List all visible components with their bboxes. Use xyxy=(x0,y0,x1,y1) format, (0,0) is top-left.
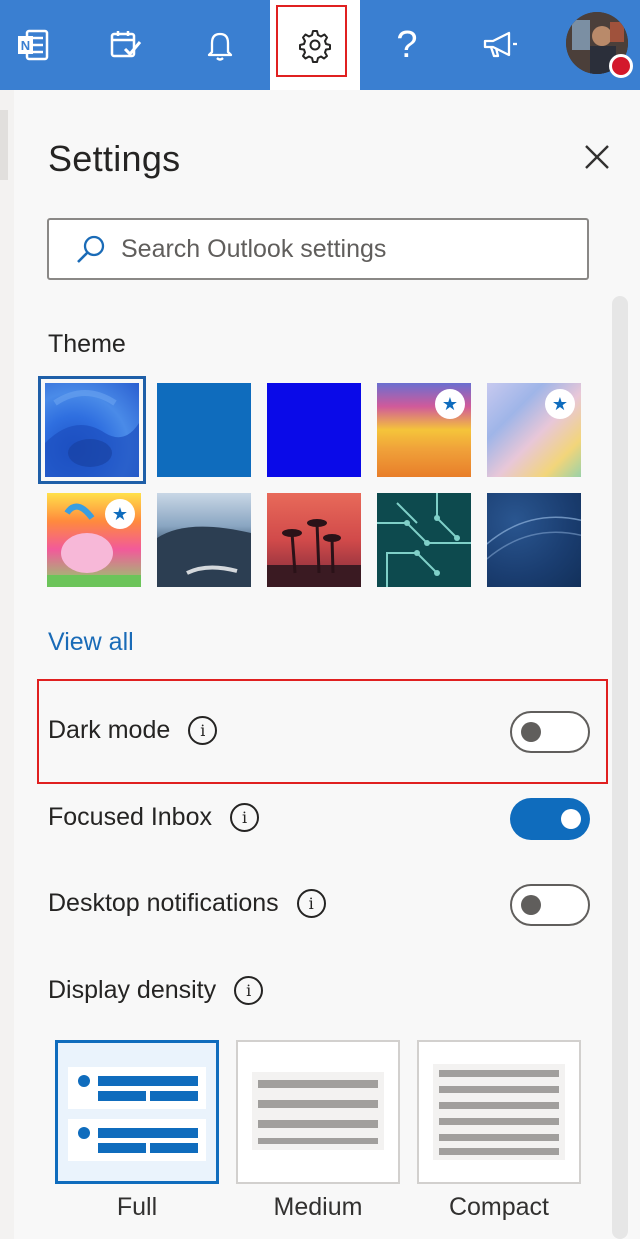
dark-mode-row: Dark mode i xyxy=(48,716,218,745)
theme-tile-elevation[interactable] xyxy=(487,493,581,587)
help-icon[interactable]: ? xyxy=(362,0,452,90)
presence-status-dot xyxy=(609,54,633,78)
density-option-compact[interactable] xyxy=(417,1040,581,1184)
density-caption-medium: Medium xyxy=(273,1193,363,1221)
theme-tile-blue-abstract[interactable] xyxy=(38,376,146,484)
info-icon[interactable]: i xyxy=(234,976,264,1005)
theme-tile-rainbow-waves[interactable]: ★ xyxy=(377,383,471,477)
search-box[interactable] xyxy=(47,218,589,280)
scrollbar[interactable] xyxy=(612,296,628,1239)
bell-icon[interactable] xyxy=(175,0,265,90)
premium-star-icon: ★ xyxy=(545,389,575,419)
svg-text:N: N xyxy=(21,38,30,53)
search-icon xyxy=(75,233,107,265)
theme-tile-solid-blue[interactable] xyxy=(157,383,251,477)
search-input[interactable] xyxy=(121,234,581,264)
focused-inbox-toggle[interactable] xyxy=(510,798,590,840)
density-caption-compact: Compact xyxy=(448,1193,550,1221)
onenote-icon[interactable]: N xyxy=(0,0,78,90)
theme-tile-bright-blue[interactable] xyxy=(267,383,361,477)
close-icon xyxy=(585,145,609,169)
theme-tile-palms[interactable] xyxy=(267,493,361,587)
dark-mode-toggle[interactable] xyxy=(510,711,590,753)
todo-icon[interactable] xyxy=(80,0,170,90)
theme-tile-ribbons[interactable]: ★ xyxy=(487,383,581,477)
theme-tile-unicorn[interactable]: ★ xyxy=(47,493,141,587)
theme-label: Theme xyxy=(48,330,126,358)
view-all-link[interactable]: View all xyxy=(48,628,134,657)
theme-tile-circuit[interactable] xyxy=(377,493,471,587)
density-option-full[interactable] xyxy=(55,1040,219,1184)
page-title: Settings xyxy=(48,138,181,179)
premium-star-icon: ★ xyxy=(435,389,465,419)
density-caption-full: Full xyxy=(116,1193,158,1221)
display-density-label: Display density xyxy=(48,976,217,1004)
info-icon[interactable]: i xyxy=(296,889,326,918)
desktop-notifications-toggle[interactable] xyxy=(510,884,590,926)
desktop-notifications-row: Desktop notifications i xyxy=(48,889,326,918)
desktop-notifications-label: Desktop notifications xyxy=(48,889,279,917)
megaphone-icon[interactable] xyxy=(455,0,545,90)
gear-highlight-box xyxy=(276,5,347,77)
premium-star-icon: ★ xyxy=(105,499,135,529)
close-button[interactable] xyxy=(578,138,616,176)
theme-tile-coast[interactable] xyxy=(157,493,251,587)
focused-inbox-row: Focused Inbox i xyxy=(48,803,259,832)
dark-mode-label: Dark mode xyxy=(48,716,171,744)
info-icon[interactable]: i xyxy=(188,716,218,745)
left-mail-strip xyxy=(0,90,14,1239)
info-icon[interactable]: i xyxy=(230,803,259,832)
density-option-medium[interactable] xyxy=(236,1040,400,1184)
focused-inbox-label: Focused Inbox xyxy=(48,803,212,831)
display-density-row: Display density i xyxy=(48,976,264,1005)
